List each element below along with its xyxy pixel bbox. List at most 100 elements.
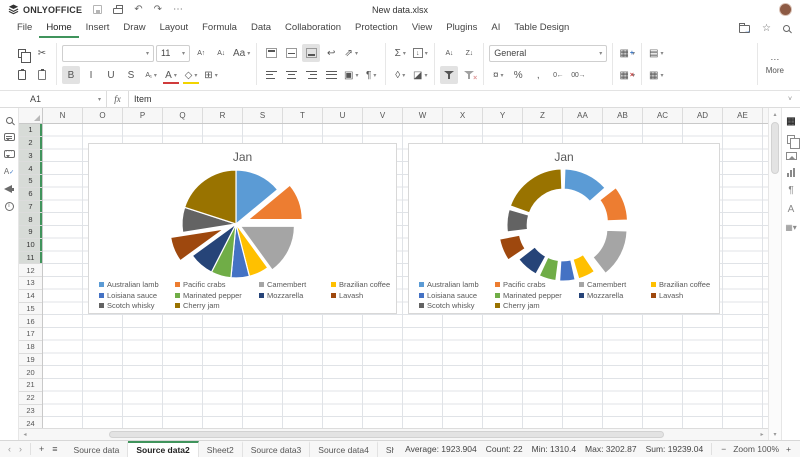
row-header-23[interactable]: 23 xyxy=(19,405,42,418)
row-header-7[interactable]: 7 xyxy=(19,200,42,214)
conditional-formatting-button[interactable]: ▤ xyxy=(647,44,665,62)
percent-style-button[interactable]: % xyxy=(509,66,527,84)
column-header-AC[interactable]: AC xyxy=(643,108,683,123)
textart-settings-icon[interactable]: A xyxy=(788,204,795,215)
borders-button[interactable]: ⊞ xyxy=(202,66,220,84)
next-sheet-icon[interactable]: › xyxy=(19,444,22,454)
name-box[interactable]: A1 xyxy=(25,91,107,107)
find-icon[interactable] xyxy=(5,117,13,124)
sheet-list-button[interactable]: ≡ xyxy=(52,444,57,454)
menu-tab-insert[interactable]: Insert xyxy=(79,19,117,38)
column-header-S[interactable]: S xyxy=(243,108,283,123)
decrease-decimal-button[interactable]: 0← xyxy=(549,66,567,84)
comments-icon[interactable] xyxy=(3,133,15,141)
undo-button[interactable]: ↶ xyxy=(134,4,142,15)
search-icon[interactable] xyxy=(783,25,790,32)
column-header-W[interactable]: W xyxy=(403,108,443,123)
column-header-Q[interactable]: Q xyxy=(163,108,203,123)
menu-tab-protection[interactable]: Protection xyxy=(348,19,405,38)
fill-button[interactable]: ↓ xyxy=(411,44,429,62)
underline-button[interactable]: U xyxy=(102,66,120,84)
chart-settings-icon[interactable] xyxy=(787,168,795,177)
row-header-21[interactable]: 21 xyxy=(19,379,42,392)
format-painter-button[interactable] xyxy=(33,66,51,84)
change-case-button[interactable]: Aa xyxy=(232,44,251,62)
orientation-button[interactable]: ⇗ xyxy=(342,44,360,62)
row-header-5[interactable]: 5 xyxy=(19,175,42,188)
paste-button[interactable] xyxy=(13,66,31,84)
image-settings-icon[interactable] xyxy=(785,152,797,160)
row-header-14[interactable]: 14 xyxy=(19,290,42,303)
user-avatar[interactable] xyxy=(779,3,792,16)
align-left-button[interactable] xyxy=(262,66,280,84)
column-header-AB[interactable]: AB xyxy=(603,108,643,123)
slice-loisiana-sauce[interactable] xyxy=(559,259,576,282)
menu-tab-draw[interactable]: Draw xyxy=(116,19,152,38)
horizontal-scrollbar[interactable]: ◂ ▸ xyxy=(19,428,768,440)
font-name-select[interactable] xyxy=(62,44,154,62)
scroll-left-icon[interactable]: ◂ xyxy=(19,429,31,440)
sheet-tab-source-data3[interactable]: Source data3 xyxy=(243,441,311,457)
menu-tab-collaboration[interactable]: Collaboration xyxy=(278,19,348,38)
row-header-22[interactable]: 22 xyxy=(19,392,42,405)
cell-settings-icon[interactable]: ▦ xyxy=(786,116,795,127)
align-bottom-button[interactable] xyxy=(302,44,321,62)
sheet-tab-sheet1[interactable]: Sheet1 xyxy=(378,441,394,457)
zoom-in-button[interactable]: + xyxy=(786,444,791,454)
copy-button[interactable] xyxy=(13,44,31,63)
menu-tab-file[interactable]: File xyxy=(10,19,39,38)
sheet-tab-source-data[interactable]: Source data xyxy=(66,441,129,457)
sort-descending-button[interactable]: Z↓ xyxy=(460,44,478,62)
chat-icon[interactable] xyxy=(3,148,15,158)
slice-brazilian-coffee[interactable] xyxy=(572,254,596,280)
column-header-N[interactable]: N xyxy=(43,108,83,123)
prev-sheet-icon[interactable]: ‹ xyxy=(8,444,11,454)
increase-decimal-button[interactable]: 00→ xyxy=(569,66,587,84)
cut-button[interactable]: ✂ xyxy=(33,44,51,62)
column-header-O[interactable]: O xyxy=(83,108,123,123)
number-format-select[interactable]: General xyxy=(489,44,608,62)
scroll-up-icon[interactable]: ▴ xyxy=(769,108,781,120)
font-color-button[interactable]: A xyxy=(162,66,180,84)
pie-chart[interactable]: Jan Australian lamb Pacific crabs Camember… xyxy=(88,143,397,314)
autosum-button[interactable]: Σ xyxy=(391,44,409,62)
print-button[interactable] xyxy=(113,5,124,14)
toolbar-more-button[interactable]: ⋯ More xyxy=(758,54,792,75)
row-header-19[interactable]: 19 xyxy=(19,354,42,367)
scroll-down-icon[interactable]: ▾ xyxy=(769,428,781,440)
insert-cells-button[interactable]: ▦ + xyxy=(618,44,636,62)
menu-tab-layout[interactable]: Layout xyxy=(153,19,196,38)
favorites-star-icon[interactable]: ☆ xyxy=(762,23,771,34)
formula-bar-collapse-icon[interactable]: ˅ xyxy=(780,91,800,107)
vertical-scrollbar[interactable]: ▴ ▾ xyxy=(768,108,781,440)
delete-cells-button[interactable]: ▦ × xyxy=(618,66,636,84)
align-justify-button[interactable] xyxy=(322,66,340,84)
slice-scotch-whisky[interactable] xyxy=(506,208,530,233)
align-top-button[interactable] xyxy=(262,44,280,62)
select-all-button[interactable] xyxy=(19,108,43,123)
slice-lavash[interactable] xyxy=(499,234,526,261)
row-header-16[interactable]: 16 xyxy=(19,315,42,328)
align-center-button[interactable] xyxy=(282,66,300,84)
row-header-6[interactable]: 6 xyxy=(19,187,42,201)
sheet-tab-source-data2[interactable]: Source data2 xyxy=(128,441,199,457)
clear-button[interactable]: ◪ xyxy=(411,66,429,84)
slice-australian-lamb[interactable] xyxy=(563,168,606,202)
formula-input[interactable]: Item xyxy=(129,91,780,107)
column-header-U[interactable]: U xyxy=(323,108,363,123)
slicer-settings-icon[interactable]: ▦▾ xyxy=(785,223,797,232)
slice-cherry-jam[interactable] xyxy=(509,168,563,214)
comma-style-button[interactable]: , xyxy=(529,66,547,84)
bold-button[interactable]: B xyxy=(62,66,80,84)
horizontal-scroll-thumb[interactable] xyxy=(109,431,664,438)
column-header-AD[interactable]: AD xyxy=(683,108,723,123)
align-middle-button[interactable] xyxy=(282,44,300,62)
accounting-style-button[interactable]: ¤ xyxy=(489,66,507,84)
row-header-11[interactable]: 11 xyxy=(19,251,42,265)
subscript-button[interactable]: A₁ xyxy=(142,66,160,84)
row-header-4[interactable]: 4 xyxy=(19,162,42,175)
row-header-15[interactable]: 15 xyxy=(19,303,42,316)
font-size-select[interactable]: 11 xyxy=(156,44,190,62)
row-header-18[interactable]: 18 xyxy=(19,341,42,354)
decrease-font-button[interactable]: A↓ xyxy=(212,44,230,62)
